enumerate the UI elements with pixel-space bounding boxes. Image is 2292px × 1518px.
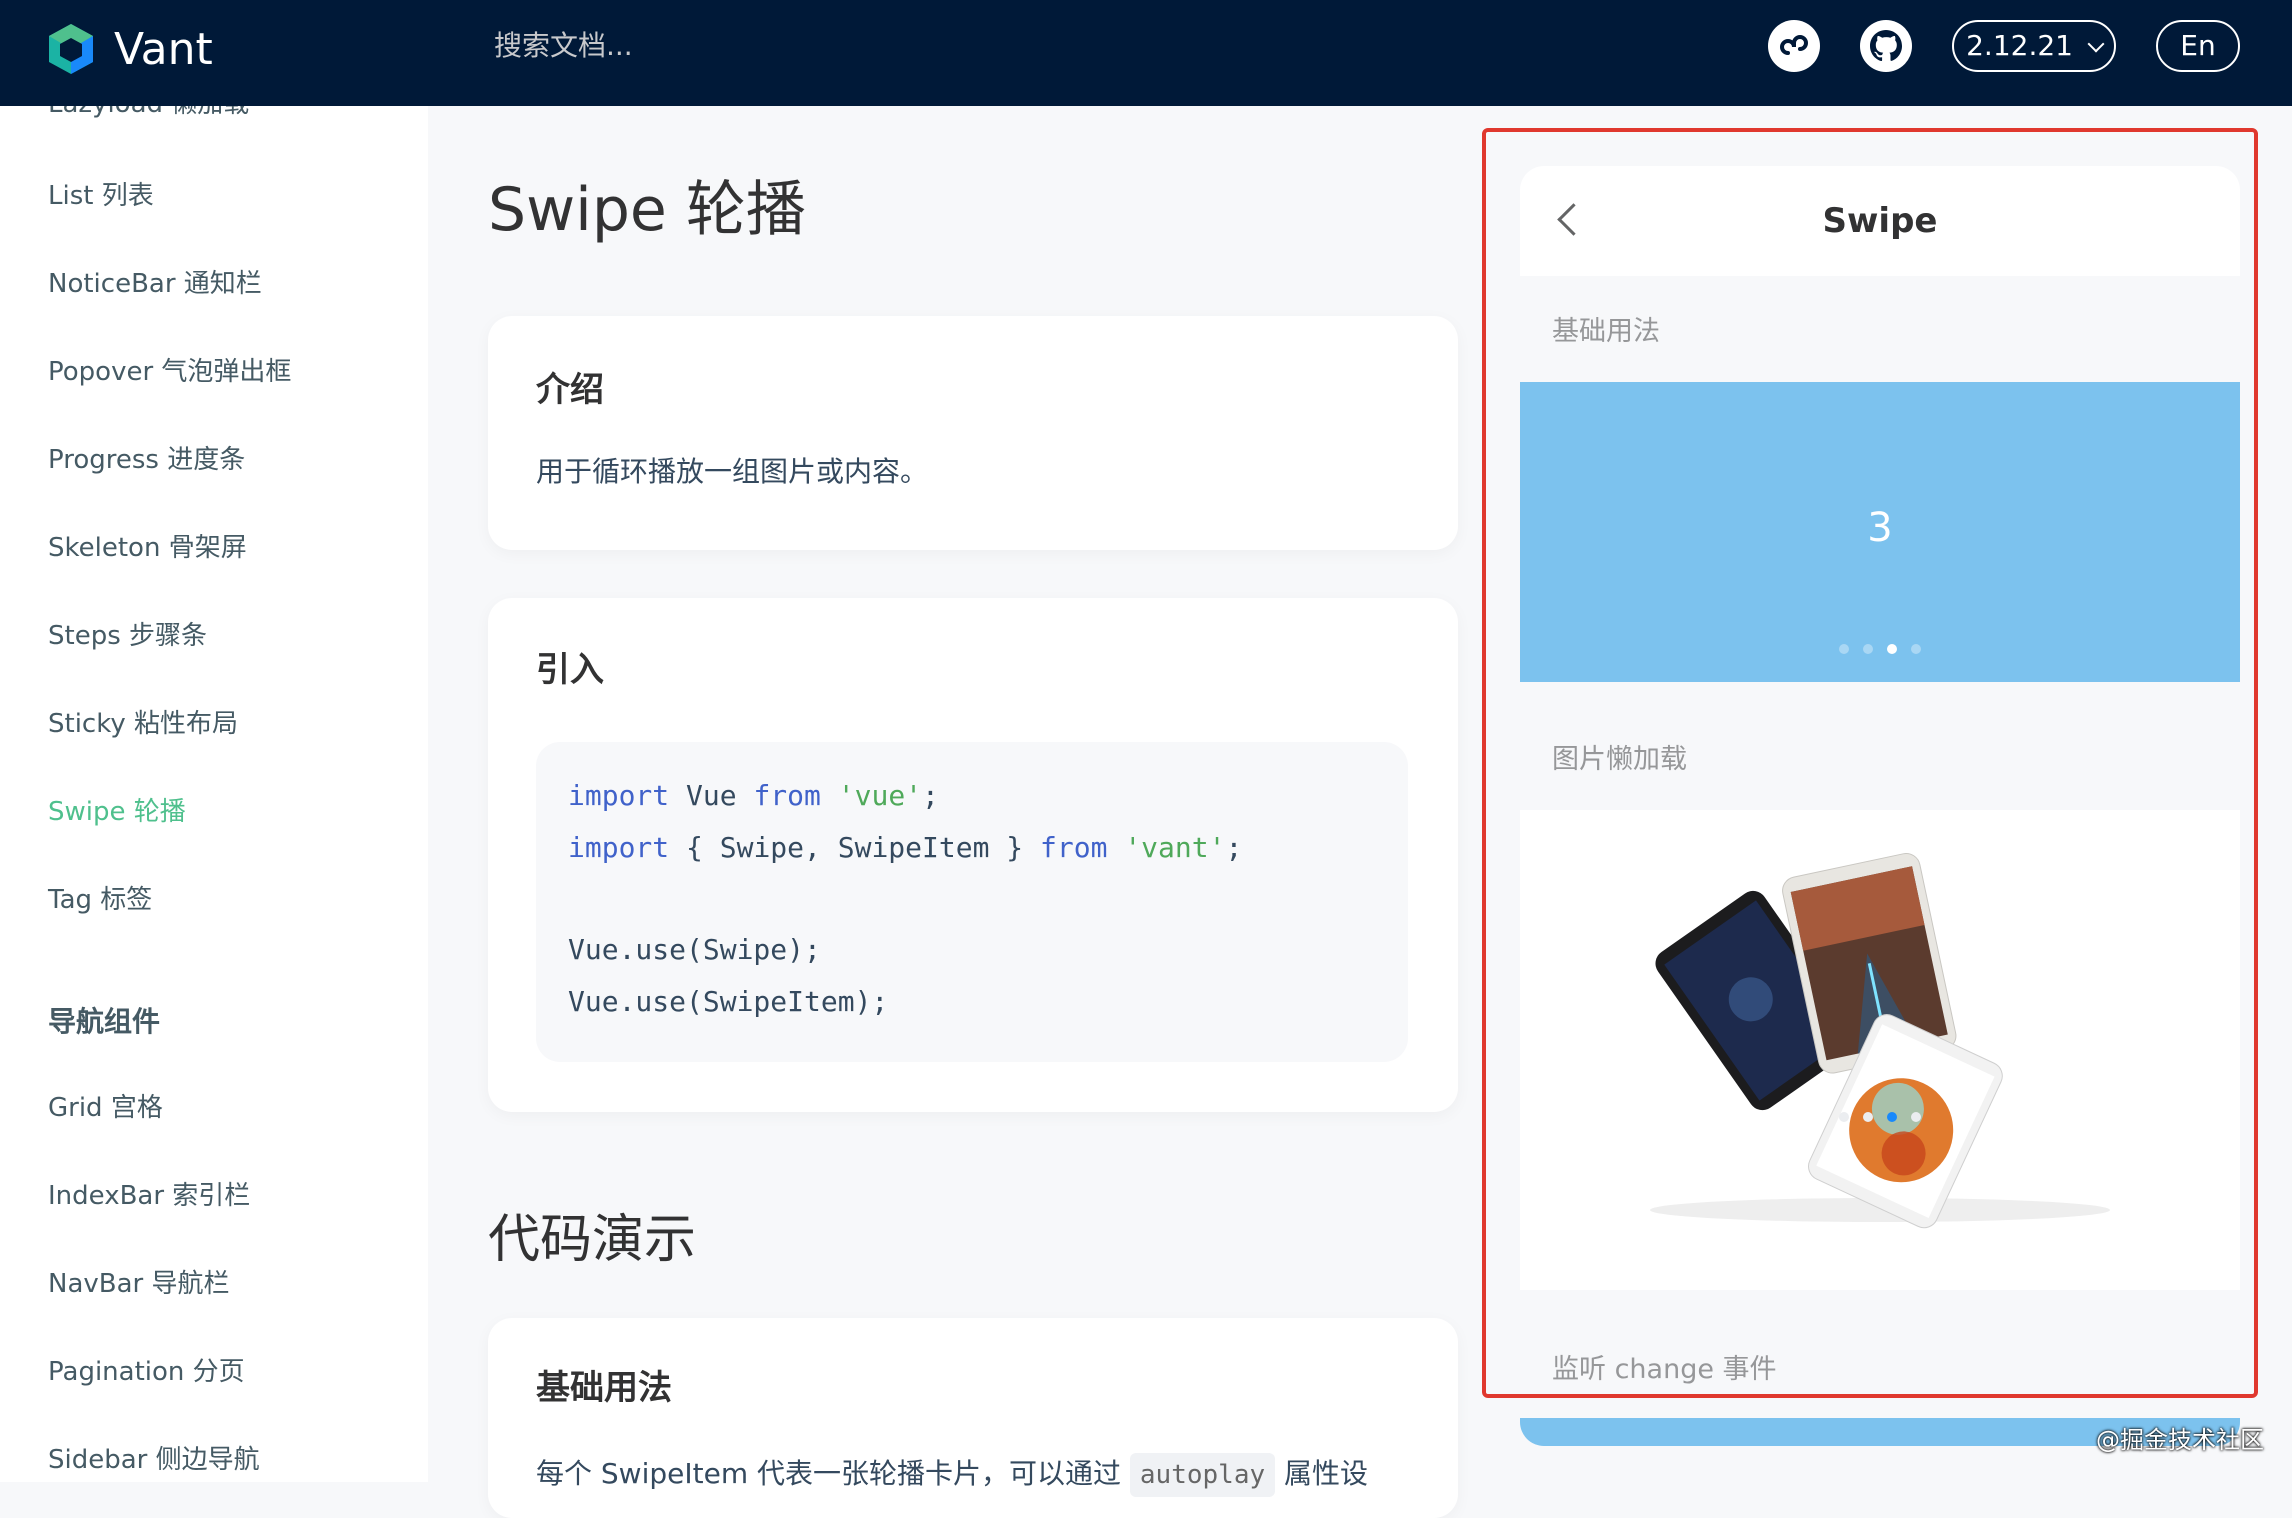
intro-text: 用于循环播放一组图片或内容。 bbox=[536, 450, 928, 494]
sidebar-item-navbar[interactable]: NavBar 导航栏 bbox=[48, 1264, 230, 1304]
top-header: Vant 搜索文档... 2.12.21 En bbox=[0, 0, 2292, 106]
sidebar-item-swipe[interactable]: Swipe 轮播 bbox=[48, 792, 186, 832]
watermark: @掘金技术社区 bbox=[2096, 1424, 2264, 1456]
sidebar-item-progress[interactable]: Progress 进度条 bbox=[48, 440, 245, 480]
import-heading: 引入 bbox=[536, 646, 604, 694]
intro-card: 介绍 用于循环播放一组图片或内容。 bbox=[488, 316, 1458, 550]
sidebar-item-popover[interactable]: Popover 气泡弹出框 bbox=[48, 352, 291, 392]
version-label: 2.12.21 bbox=[1966, 29, 2073, 62]
github-icon[interactable] bbox=[1860, 20, 1912, 72]
vant-logo-icon[interactable] bbox=[44, 22, 98, 76]
code-line-2: import { Swipe, SwipeItem } from 'vant'; bbox=[568, 828, 1242, 868]
import-card: 引入 import Vue from 'vue'; import { Swipe… bbox=[488, 598, 1458, 1112]
sidebar-item-skeleton[interactable]: Skeleton 骨架屏 bbox=[48, 528, 247, 568]
sidebar-item-noticebar[interactable]: NoticeBar 通知栏 bbox=[48, 264, 262, 304]
sidebar-item-pagination[interactable]: Pagination 分页 bbox=[48, 1352, 245, 1392]
sidebar-item-list[interactable]: List 列表 bbox=[48, 176, 154, 216]
mini-program-icon[interactable] bbox=[1768, 20, 1820, 72]
sidebar-group-title: 导航组件 bbox=[48, 1002, 160, 1042]
language-switch-button[interactable]: En bbox=[2156, 20, 2240, 72]
sidebar-item-sidebar[interactable]: Sidebar 侧边导航 bbox=[48, 1440, 260, 1480]
basic-usage-heading: 基础用法 bbox=[536, 1364, 672, 1412]
demo-section-title: 代码演示 bbox=[488, 1204, 696, 1276]
sidebar-item-indexbar[interactable]: IndexBar 索引栏 bbox=[48, 1176, 250, 1216]
code-block: import Vue from 'vue'; import { Swipe, S… bbox=[536, 742, 1408, 1062]
sidebar-item-grid[interactable]: Grid 宫格 bbox=[48, 1088, 163, 1128]
code-line-4: Vue.use(SwipeItem); bbox=[568, 982, 888, 1022]
brand-name[interactable]: Vant bbox=[114, 22, 213, 78]
code-line-3: Vue.use(Swipe); bbox=[568, 930, 821, 970]
sidebar-item-lazyload[interactable]: Lazyload 懒加载 bbox=[48, 106, 249, 124]
search-input[interactable]: 搜索文档... bbox=[494, 26, 633, 66]
code-line-1: import Vue from 'vue'; bbox=[568, 776, 939, 816]
inline-code-autoplay: autoplay bbox=[1130, 1453, 1275, 1497]
basic-usage-text: 每个 SwipeItem 代表一张轮播卡片，可以通过 autoplay 属性设 bbox=[536, 1452, 1368, 1497]
chevron-down-icon bbox=[2087, 36, 2104, 53]
sidebar-nav: Lazyload 懒加载 List 列表 NoticeBar 通知栏 Popov… bbox=[0, 106, 428, 1482]
sidebar-item-sticky[interactable]: Sticky 粘性布局 bbox=[48, 704, 238, 744]
sidebar-item-tag[interactable]: Tag 标签 bbox=[48, 880, 152, 920]
highlight-frame bbox=[1482, 128, 2258, 1398]
page-title: Swipe 轮播 bbox=[488, 168, 806, 252]
basic-usage-card: 基础用法 每个 SwipeItem 代表一张轮播卡片，可以通过 autoplay… bbox=[488, 1318, 1458, 1518]
sidebar-item-steps[interactable]: Steps 步骤条 bbox=[48, 616, 207, 656]
intro-heading: 介绍 bbox=[536, 366, 604, 414]
version-select[interactable]: 2.12.21 bbox=[1952, 20, 2116, 72]
